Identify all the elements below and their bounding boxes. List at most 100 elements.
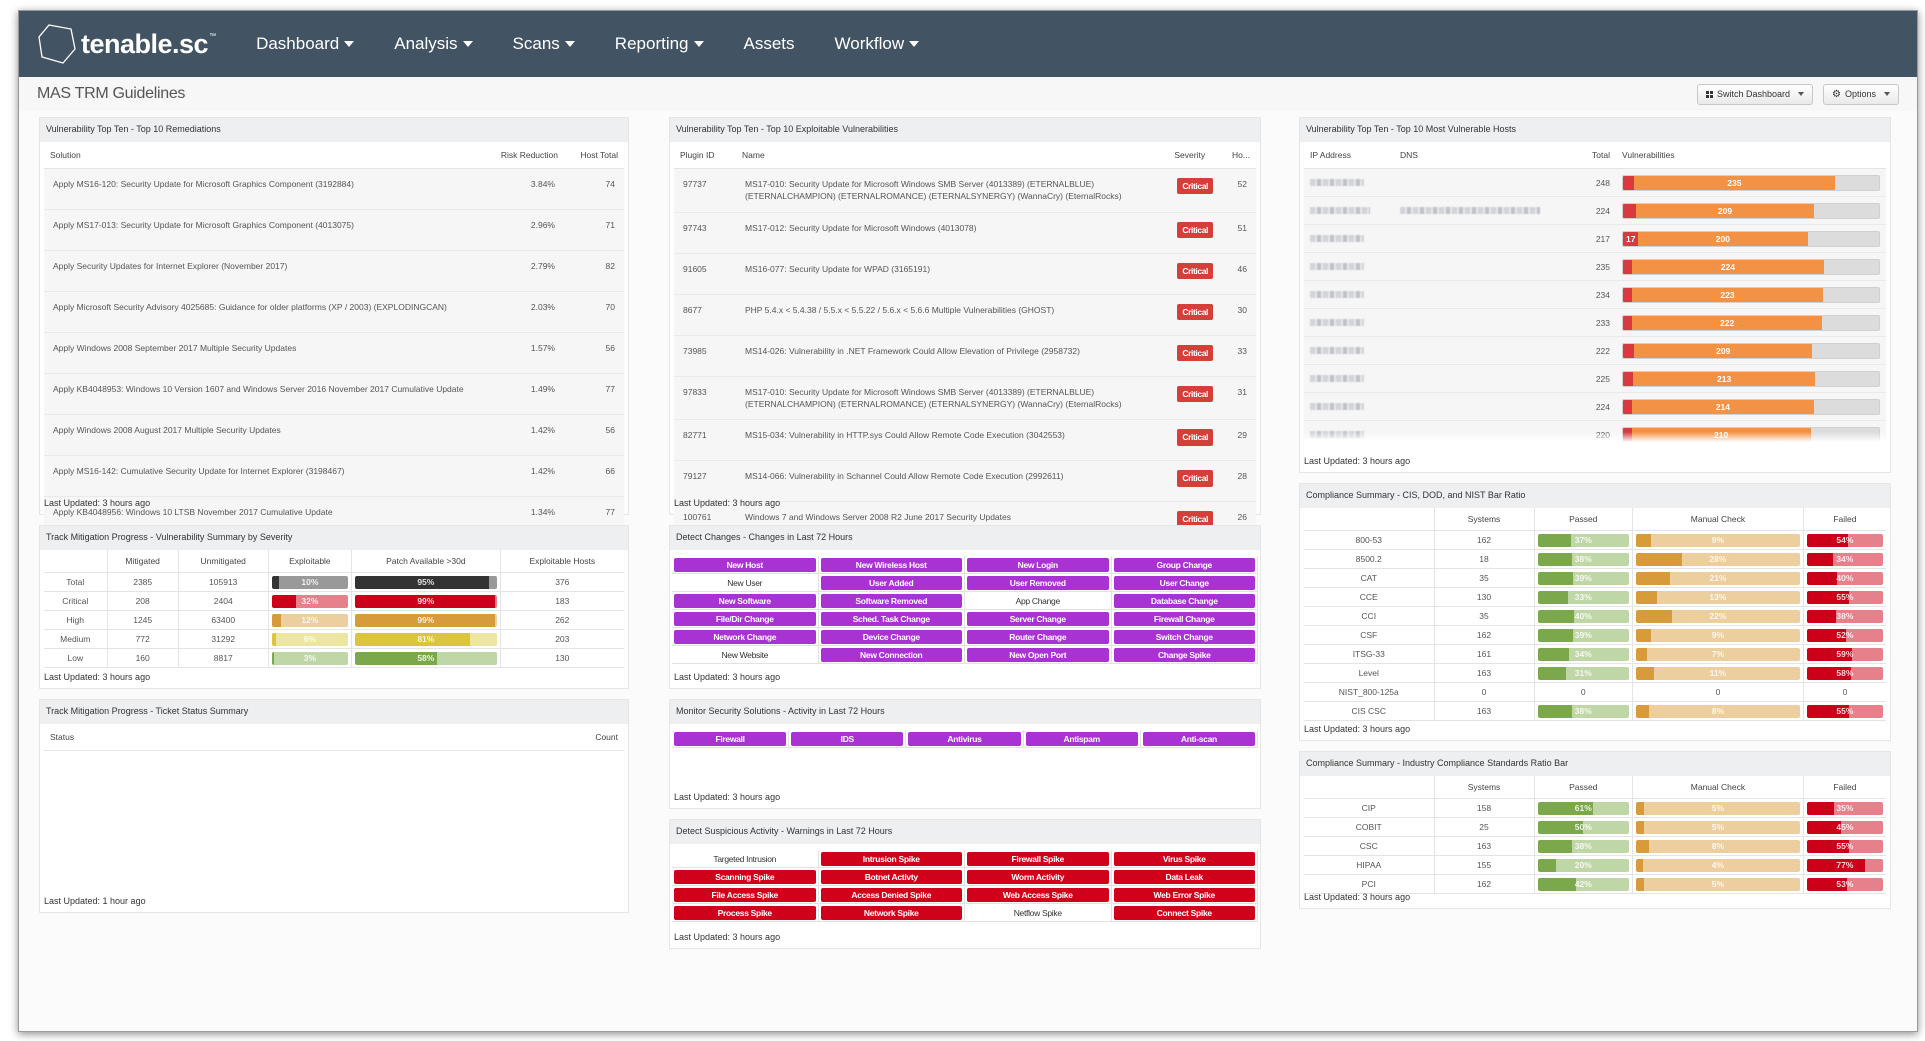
tile-access-denied-spike[interactable]: Access Denied Spike [820, 888, 962, 902]
vulnerabilities-cell[interactable]: 224 [1616, 252, 1886, 281]
col-standard[interactable] [1304, 776, 1435, 799]
ip-address-cell[interactable] [1304, 168, 1394, 197]
tile-antivirus[interactable]: Antivirus [908, 732, 1021, 746]
table-row[interactable]: 222 209 [1304, 336, 1886, 365]
exploitable-cell[interactable]: 6% [268, 629, 353, 649]
exploitable-cell[interactable]: 32% [268, 591, 353, 611]
ip-address-cell[interactable] [1304, 308, 1394, 337]
tile-new-user[interactable]: New User [674, 576, 816, 590]
tile-ids[interactable]: IDS [791, 732, 904, 746]
failed-cell[interactable]: 38% [1803, 606, 1886, 626]
tile-antispam[interactable]: Antispam [1025, 732, 1138, 746]
nav-reporting[interactable]: Reporting [615, 34, 704, 54]
table-row[interactable]: 82771 MS15-034: Vulnerability in HTTP.sys… [674, 419, 1256, 462]
compliance-row-cis-csc[interactable]: CIS CSC 163 38% 8% 55% [1304, 701, 1886, 721]
table-row[interactable]: 217 17 200 [1304, 224, 1886, 253]
tile-user-added[interactable]: User Added [820, 576, 962, 590]
col-mitigated[interactable]: Mitigated [107, 550, 179, 573]
passed-cell[interactable]: 38% [1534, 701, 1633, 721]
failed-cell[interactable]: 58% [1803, 663, 1886, 683]
vulnerabilities-cell[interactable]: 209 [1616, 336, 1886, 365]
failed-cell[interactable]: 54% [1803, 530, 1886, 550]
tile-file-access-spike[interactable]: File Access Spike [674, 888, 816, 902]
vulnerabilities-cell[interactable]: 17 200 [1616, 224, 1886, 253]
manual-cell[interactable]: 0 [1632, 682, 1804, 702]
tile-targeted-intrusion[interactable]: Targeted Intrusion [674, 852, 816, 866]
col-manual-check[interactable]: Manual Check [1632, 508, 1804, 531]
ip-address-cell[interactable] [1304, 224, 1394, 253]
manual-cell[interactable]: 4% [1632, 855, 1804, 875]
col-count[interactable]: Count [339, 724, 624, 751]
vulnerabilities-cell[interactable]: 235 [1616, 168, 1886, 197]
table-row[interactable]: 73985 MS14-026: Vulnerability in .NET Fra… [674, 335, 1256, 377]
col-hosts[interactable]: Ho... [1222, 142, 1256, 169]
table-row[interactable]: 224 214 [1304, 392, 1886, 421]
severity-row-high[interactable]: High 1245 63400 12% 99% 262 [44, 610, 624, 630]
tile-connect-spike[interactable]: Connect Spike [1113, 906, 1255, 920]
col-vulnerabilities[interactable]: Vulnerabilities [1616, 142, 1886, 169]
tile-new-software[interactable]: New Software [674, 594, 816, 608]
compliance-row-cobit[interactable]: COBIT 25 50% 5% 45% [1304, 817, 1886, 837]
plugin-id-cell[interactable]: 97737 [674, 168, 736, 213]
col-systems[interactable]: Systems [1434, 508, 1535, 531]
tile-netflow-spike[interactable]: Netflow Spike [967, 906, 1109, 920]
switch-dashboard-button[interactable]: Switch Dashboard [1696, 83, 1813, 105]
tile-device-change[interactable]: Device Change [820, 630, 962, 644]
col-unmitigated[interactable]: Unmitigated [178, 550, 269, 573]
tile-new-connection[interactable]: New Connection [820, 648, 962, 662]
ip-address-cell[interactable] [1304, 336, 1394, 365]
failed-cell[interactable]: 59% [1803, 644, 1886, 664]
manual-cell[interactable]: 21% [1632, 568, 1804, 588]
compliance-row-cat[interactable]: CAT 35 39% 21% 40% [1304, 568, 1886, 588]
table-row[interactable]: 224 209 [1304, 196, 1886, 225]
compliance-row-csc[interactable]: CSC 163 38% 8% 55% [1304, 836, 1886, 856]
patch-available-cell[interactable]: 99% [351, 591, 501, 611]
failed-cell[interactable]: 45% [1803, 817, 1886, 837]
table-row[interactable]: Apply MS16-142: Cumulative Security Upda… [44, 455, 624, 497]
failed-cell[interactable]: 55% [1803, 701, 1886, 721]
tile-new-website[interactable]: New Website [674, 648, 816, 662]
compliance-row-csf[interactable]: CSF 162 39% 9% 52% [1304, 625, 1886, 645]
vulnerabilities-cell[interactable]: 223 [1616, 280, 1886, 309]
col-solution[interactable]: Solution [44, 142, 484, 169]
nav-scans[interactable]: Scans [513, 34, 575, 54]
table-row[interactable]: Apply Microsoft Security Advisory 402568… [44, 291, 624, 333]
passed-cell[interactable]: 0 [1534, 682, 1633, 702]
tile-new-open-port[interactable]: New Open Port [967, 648, 1109, 662]
tile-firewall-spike[interactable]: Firewall Spike [967, 852, 1109, 866]
passed-cell[interactable]: 39% [1534, 625, 1633, 645]
table-row[interactable]: 225 213 [1304, 364, 1886, 393]
tile-router-change[interactable]: Router Change [967, 630, 1109, 644]
col-host-total[interactable]: Host Total [564, 142, 624, 169]
table-row[interactable]: Apply MS17-013: Security Update for Micr… [44, 209, 624, 251]
col-plugin-id[interactable]: Plugin ID [674, 142, 736, 169]
table-row[interactable]: 97833 MS17-010: Security Update for Micro… [674, 376, 1256, 421]
table-row[interactable]: 8677 PHP 5.4.x < 5.4.38 / 5.5.x < 5.5.22 … [674, 294, 1256, 336]
exploitable-cell[interactable]: 12% [268, 610, 353, 630]
tile-network-spike[interactable]: Network Spike [820, 906, 962, 920]
passed-cell[interactable]: 39% [1534, 568, 1633, 588]
col-passed[interactable]: Passed [1534, 776, 1633, 799]
nav-dashboard[interactable]: Dashboard [256, 34, 355, 54]
ip-address-cell[interactable] [1304, 252, 1394, 281]
compliance-row-level[interactable]: Level 163 31% 11% 58% [1304, 663, 1886, 683]
passed-cell[interactable]: 50% [1534, 817, 1633, 837]
severity-row-total[interactable]: Total 2385 105913 10% 95% 376 [44, 572, 624, 592]
compliance-row-cip[interactable]: CIP 158 61% 5% 35% [1304, 798, 1886, 818]
passed-cell[interactable]: 42% [1534, 874, 1633, 894]
plugin-id-cell[interactable]: 91605 [674, 253, 736, 295]
tile-anti-scan[interactable]: Anti-scan [1142, 732, 1255, 746]
compliance-row-800-53[interactable]: 800-53 162 37% 9% 54% [1304, 530, 1886, 550]
vulnerabilities-cell[interactable]: 222 [1616, 308, 1886, 337]
table-row[interactable]: 233 222 [1304, 308, 1886, 337]
col-failed[interactable]: Failed [1803, 508, 1886, 531]
manual-cell[interactable]: 8% [1632, 701, 1804, 721]
severity-row-medium[interactable]: Medium 772 31292 6% 81% 203 [44, 629, 624, 649]
compliance-row-hipaa[interactable]: HIPAA 155 20% 4% 77% [1304, 855, 1886, 875]
tile-server-change[interactable]: Server Change [967, 612, 1109, 626]
ip-address-cell[interactable] [1304, 364, 1394, 393]
plugin-id-cell[interactable]: 73985 [674, 335, 736, 377]
failed-cell[interactable]: 34% [1803, 549, 1886, 569]
passed-cell[interactable]: 38% [1534, 549, 1633, 569]
tile-virus-spike[interactable]: Virus Spike [1113, 852, 1255, 866]
